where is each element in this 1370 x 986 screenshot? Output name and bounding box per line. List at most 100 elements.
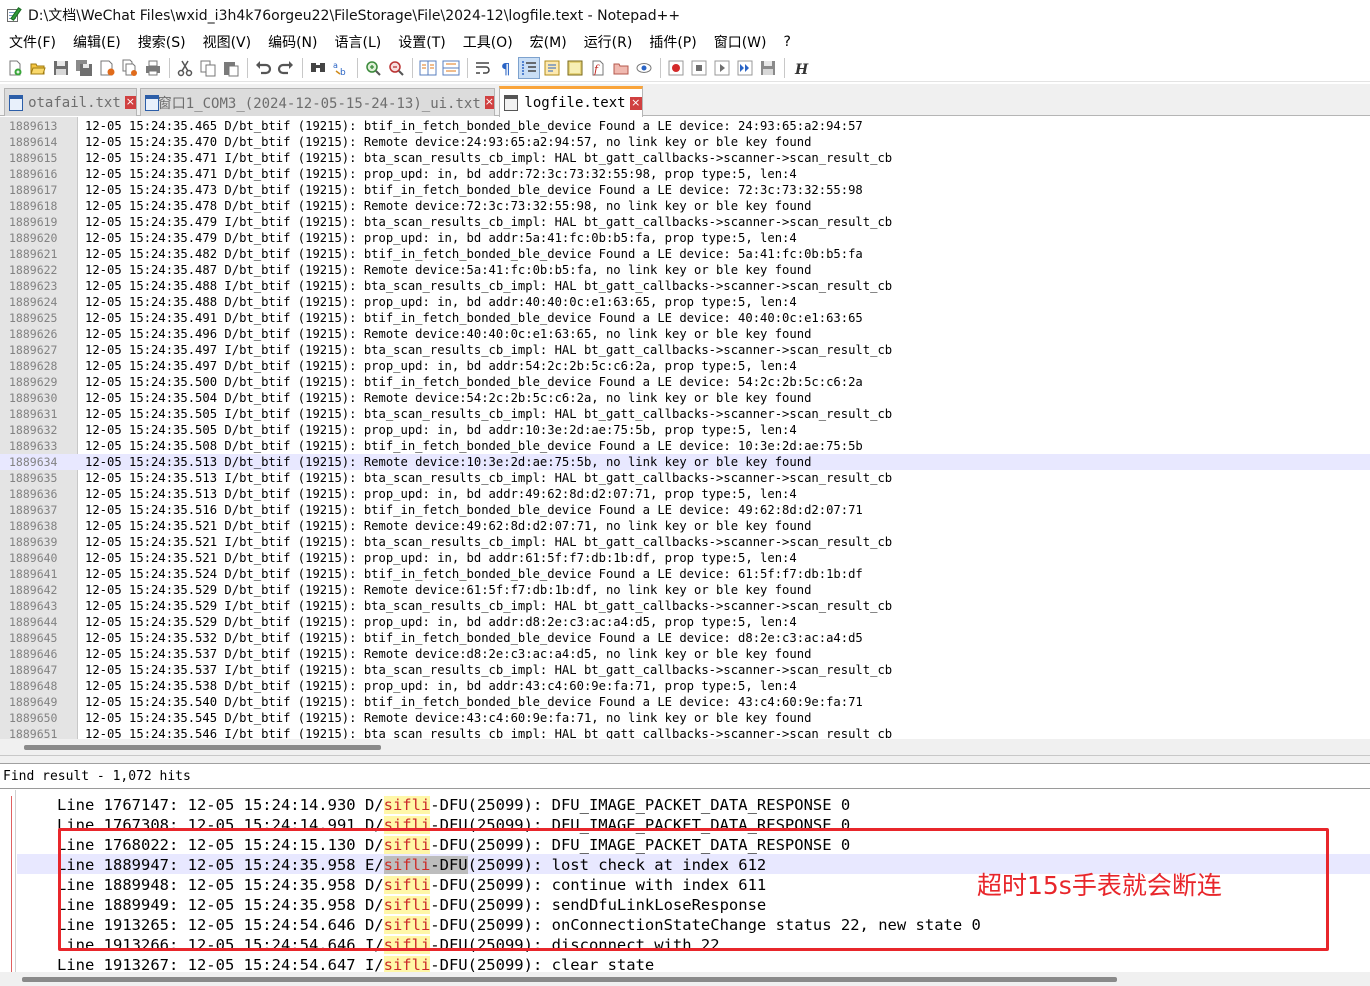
show-all-chars-icon[interactable]: ¶ (495, 57, 517, 79)
editor-line[interactable]: 1889633 12-05 15:24:35.508 D/bt_btif (192… (0, 438, 1370, 454)
editor-line[interactable]: 1889625 12-05 15:24:35.491 D/bt_btif (192… (0, 310, 1370, 326)
close-tab-icon[interactable]: × (629, 96, 642, 110)
find-result-row[interactable]: Line 1913267: 12-05 15:24:54.647 I/sifli… (17, 954, 1370, 972)
line-text: 12-05 15:24:35.529 D/bt_btif (19215): Re… (85, 583, 812, 597)
close-tab-icon[interactable]: × (484, 96, 494, 109)
editor-line[interactable]: 1889613 12-05 15:24:35.465 D/bt_btif (192… (0, 118, 1370, 134)
scrollbar-thumb[interactable] (24, 745, 381, 750)
menu-run[interactable]: 运行(R) (575, 32, 641, 52)
editor-line[interactable]: 1889617 12-05 15:24:35.473 D/bt_btif (192… (0, 182, 1370, 198)
editor-line[interactable]: 1889626 12-05 15:24:35.496 D/bt_btif (192… (0, 326, 1370, 342)
copy-icon[interactable] (197, 57, 219, 79)
paste-icon[interactable] (220, 57, 242, 79)
new-file-icon[interactable] (4, 57, 26, 79)
editor-line[interactable]: 1889645 12-05 15:24:35.532 D/bt_btif (192… (0, 630, 1370, 646)
menu-macro[interactable]: 宏(M) (521, 32, 575, 52)
editor-line[interactable]: 1889648 12-05 15:24:35.538 D/bt_btif (192… (0, 678, 1370, 694)
menu-settings[interactable]: 设置(T) (389, 32, 453, 52)
tab-logfile[interactable]: logfile.text × (499, 86, 643, 117)
menu-encoding[interactable]: 编码(N) (259, 32, 325, 52)
scrollbar-thumb[interactable] (22, 977, 1117, 982)
indent-guide-icon[interactable] (518, 56, 540, 79)
editor-line[interactable]: 1889642 12-05 15:24:35.529 D/bt_btif (192… (0, 582, 1370, 598)
cut-icon[interactable] (174, 57, 196, 79)
macro-run-multiple-icon[interactable] (734, 57, 756, 79)
editor-line[interactable]: 1889619 12-05 15:24:35.479 I/bt_btif (192… (0, 214, 1370, 230)
editor-line[interactable]: 1889650 12-05 15:24:35.545 D/bt_btif (192… (0, 710, 1370, 726)
menu-edit[interactable]: 编辑(E) (64, 32, 129, 52)
undo-icon[interactable] (252, 57, 274, 79)
save-icon[interactable] (50, 57, 72, 79)
editor-line[interactable]: 1889640 12-05 15:24:35.521 D/bt_btif (192… (0, 550, 1370, 566)
editor-line[interactable]: 1889624 12-05 15:24:35.488 D/bt_btif (192… (0, 294, 1370, 310)
editor-line[interactable]: 1889637 12-05 15:24:35.516 D/bt_btif (192… (0, 502, 1370, 518)
word-wrap-icon[interactable] (472, 57, 494, 79)
function-list-icon[interactable] (564, 57, 586, 79)
editor-line[interactable]: 1889635 12-05 15:24:35.513 I/bt_btif (192… (0, 470, 1370, 486)
save-all-icon[interactable] (73, 57, 95, 79)
editor-line[interactable]: 1889636 12-05 15:24:35.513 D/bt_btif (192… (0, 486, 1370, 502)
macro-stop-icon[interactable] (688, 57, 710, 79)
menu-help[interactable]: ? (775, 34, 799, 50)
close-all-icon[interactable] (119, 57, 141, 79)
editor-line[interactable]: 1889618 12-05 15:24:35.478 D/bt_btif (192… (0, 198, 1370, 214)
doc-map-icon[interactable] (541, 57, 563, 79)
find-icon[interactable] (307, 57, 329, 79)
menu-file[interactable]: 文件(F) (0, 32, 64, 52)
editor-line[interactable]: 1889628 12-05 15:24:35.497 D/bt_btif (192… (0, 358, 1370, 374)
print-icon[interactable] (142, 57, 164, 79)
folder-workspace-icon[interactable]: f (587, 57, 609, 79)
editor-line[interactable]: 1889623 12-05 15:24:35.488 I/bt_btif (192… (0, 278, 1370, 294)
editor-line[interactable]: 1889639 12-05 15:24:35.521 I/bt_btif (192… (0, 534, 1370, 550)
replace-icon[interactable]: ab (330, 57, 352, 79)
close-icon[interactable] (96, 57, 118, 79)
editor-line[interactable]: 1889649 12-05 15:24:35.540 D/bt_btif (192… (0, 694, 1370, 710)
menu-plugins[interactable]: 插件(P) (640, 32, 704, 52)
editor-line[interactable]: 1889646 12-05 15:24:35.537 D/bt_btif (192… (0, 646, 1370, 662)
editor-line[interactable]: 1889638 12-05 15:24:35.521 D/bt_btif (192… (0, 518, 1370, 534)
macro-record-icon[interactable] (665, 57, 687, 79)
editor-line[interactable]: 1889622 12-05 15:24:35.487 D/bt_btif (192… (0, 262, 1370, 278)
macro-play-icon[interactable] (711, 57, 733, 79)
editor-line[interactable]: 1889614 12-05 15:24:35.470 D/bt_btif (192… (0, 134, 1370, 150)
doc-monitor-icon[interactable] (610, 57, 632, 79)
tab-otafail[interactable]: otafail.txt × (4, 88, 137, 116)
editor-horizontal-scrollbar[interactable] (0, 739, 1370, 755)
find-result-title: Find result - 1,072 hits (3, 769, 191, 784)
macro-save-icon[interactable] (757, 57, 779, 79)
editor-line[interactable]: 1889641 12-05 15:24:35.524 D/bt_btif (192… (0, 566, 1370, 582)
editor-line[interactable]: 1889616 12-05 15:24:35.471 D/bt_btif (192… (0, 166, 1370, 182)
find-result-row[interactable]: Line 1767147: 12-05 15:24:14.930 D/sifli… (17, 794, 1370, 814)
open-file-icon[interactable] (27, 57, 49, 79)
editor-line[interactable]: 1889647 12-05 15:24:35.537 I/bt_btif (192… (0, 662, 1370, 678)
editor-line[interactable]: 1889621 12-05 15:24:35.482 D/bt_btif (192… (0, 246, 1370, 262)
menu-search[interactable]: 搜索(S) (129, 32, 194, 52)
editor-line[interactable]: 1889632 12-05 15:24:35.505 D/bt_btif (192… (0, 422, 1370, 438)
redo-icon[interactable] (275, 57, 297, 79)
sync-horizontal-icon[interactable] (440, 57, 462, 79)
editor-line[interactable]: 1889627 12-05 15:24:35.497 I/bt_btif (192… (0, 342, 1370, 358)
editor-line[interactable]: 1889629 12-05 15:24:35.500 D/bt_btif (192… (0, 374, 1370, 390)
italic-h-icon[interactable]: H (789, 57, 811, 79)
eye-icon[interactable] (633, 57, 655, 79)
text-editor[interactable]: 1889613 12-05 15:24:35.465 D/bt_btif (192… (0, 117, 1370, 739)
menu-tools[interactable]: 工具(O) (454, 32, 521, 52)
sync-vertical-icon[interactable] (417, 57, 439, 79)
editor-line[interactable]: 1889643 12-05 15:24:35.529 I/bt_btif (192… (0, 598, 1370, 614)
close-tab-icon[interactable]: × (124, 96, 136, 109)
menu-language[interactable]: 语言(L) (326, 32, 390, 52)
editor-line[interactable]: 1889644 12-05 15:24:35.529 D/bt_btif (192… (0, 614, 1370, 630)
editor-line[interactable]: 1889634 12-05 15:24:35.513 D/bt_btif (192… (0, 454, 1370, 470)
editor-line[interactable]: 1889620 12-05 15:24:35.479 D/bt_btif (192… (0, 230, 1370, 246)
zoom-out-icon[interactable] (385, 57, 407, 79)
menu-window[interactable]: 窗口(W) (705, 32, 775, 52)
tab-com3-log[interactable]: 窗口1_COM3_(2024-12-05-15-24-13)_ui.txt × (140, 88, 495, 116)
editor-line[interactable]: 1889615 12-05 15:24:35.471 I/bt_btif (192… (0, 150, 1370, 166)
editor-line[interactable]: 1889631 12-05 15:24:35.505 I/bt_btif (192… (0, 406, 1370, 422)
zoom-in-icon[interactable] (362, 57, 384, 79)
editor-line[interactable]: 1889630 12-05 15:24:35.504 D/bt_btif (192… (0, 390, 1370, 406)
menu-view[interactable]: 视图(V) (194, 32, 260, 52)
editor-line[interactable]: 1889651 12-05 15:24:35.546 I/bt_btif (192… (0, 726, 1370, 739)
panel-splitter[interactable] (0, 755, 1370, 764)
find-result-horizontal-scrollbar[interactable] (0, 972, 1370, 986)
